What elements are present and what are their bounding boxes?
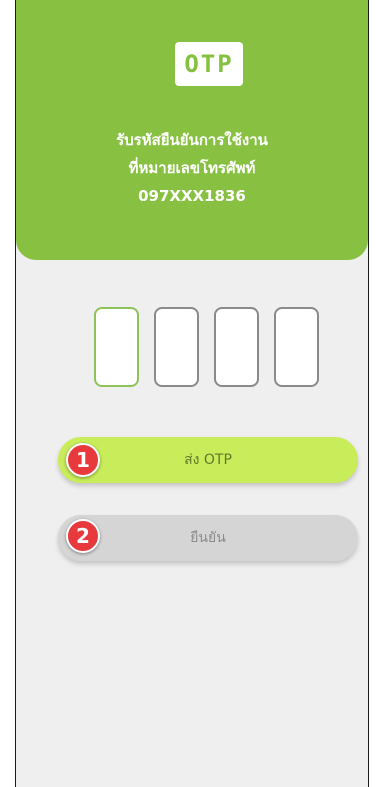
- confirm-button[interactable]: ยืนยัน: [58, 515, 358, 561]
- otp-digit-3[interactable]: [214, 307, 259, 387]
- otp-digit-2[interactable]: [154, 307, 199, 387]
- step-marker-2: 2: [66, 519, 100, 553]
- header-panel: OTP รับรหัสยืนยันการใช้งาน ที่หมายเลขโทร…: [16, 0, 368, 260]
- otp-digit-4[interactable]: [274, 307, 319, 387]
- app-frame: OTP รับรหัสยืนยันการใช้งาน ที่หมายเลขโทร…: [15, 0, 369, 787]
- header-instruction-line2: ที่หมายเลขโทรศัพท์: [128, 159, 256, 177]
- otp-logo: OTP: [175, 42, 243, 86]
- otp-digit-1[interactable]: [94, 307, 139, 387]
- otp-input-group: [16, 307, 368, 391]
- send-otp-button[interactable]: ส่ง OTP: [58, 437, 358, 483]
- step-marker-1: 1: [66, 443, 100, 477]
- header-instruction-line1: รับรหัสยืนยันการใช้งาน: [116, 131, 268, 149]
- phone-number: 097XXX1836: [138, 187, 246, 205]
